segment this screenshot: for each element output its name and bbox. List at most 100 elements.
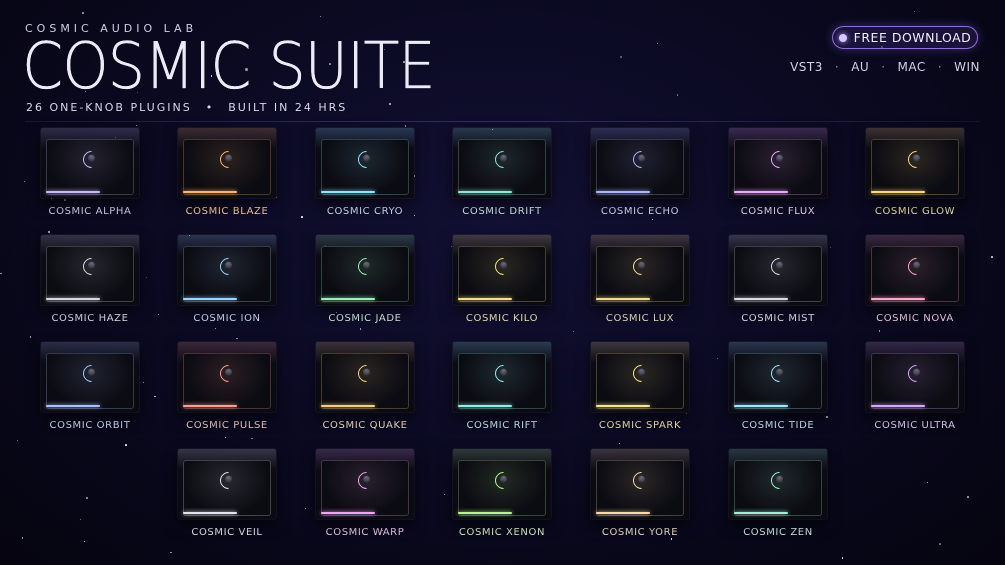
plugin-tile[interactable]: COSMIC ZEN xyxy=(729,449,827,538)
plugin-preview[interactable] xyxy=(866,235,964,305)
plugin-tile[interactable]: COSMIC QUAKE xyxy=(316,342,414,431)
plugin-tile[interactable]: COSMIC KILO xyxy=(453,235,551,324)
plugin-level-bar xyxy=(183,405,237,407)
knob-icon xyxy=(490,468,516,493)
plugin-tile[interactable]: COSMIC NOVA xyxy=(866,235,964,324)
plugin-level-bar xyxy=(46,405,100,407)
plugin-panel xyxy=(596,460,684,516)
plugin-level-bar xyxy=(321,191,375,193)
plugin-tile[interactable]: COSMIC ALPHA xyxy=(41,128,139,217)
plugin-name: COSMIC VEIL xyxy=(191,527,263,538)
plugin-name: COSMIC CRYO xyxy=(326,206,404,217)
knob-icon xyxy=(903,254,929,279)
plugin-preview[interactable] xyxy=(316,342,414,412)
plugin-preview[interactable] xyxy=(591,342,689,412)
plugin-preview[interactable] xyxy=(178,342,276,412)
knob-icon xyxy=(78,254,104,279)
plugin-level-bar xyxy=(458,512,512,514)
plugin-tile[interactable]: COSMIC PULSE xyxy=(178,342,276,431)
plugin-preview[interactable] xyxy=(591,449,689,519)
plugin-tile[interactable]: COSMIC JADE xyxy=(316,235,414,324)
plugin-tile[interactable]: COSMIC MIST xyxy=(729,235,827,324)
plugin-preview[interactable] xyxy=(453,449,551,519)
plugin-panel xyxy=(871,246,959,302)
plugin-tile[interactable]: COSMIC ORBIT xyxy=(41,342,139,431)
plugin-level-bar xyxy=(871,298,925,300)
plugin-grid: COSMIC ALPHA COSMIC BLAZE COSMIC CRYO COSMI… xyxy=(0,0,1005,565)
plugin-preview[interactable] xyxy=(866,342,964,412)
app-root: COSMIC AUDIO LAB COSMIC SUITE 26 ONE-KNO… xyxy=(0,0,1005,565)
plugin-name: COSMIC FLUX xyxy=(740,206,816,217)
plugin-name: COSMIC KILO xyxy=(465,313,539,324)
plugin-tile[interactable]: COSMIC XENON xyxy=(453,449,551,538)
plugin-tile[interactable]: COSMIC RIFT xyxy=(453,342,551,431)
knob-icon xyxy=(628,147,654,172)
plugin-preview[interactable] xyxy=(316,235,414,305)
plugin-tile[interactable]: COSMIC BLAZE xyxy=(178,128,276,217)
plugin-level-bar xyxy=(734,405,788,407)
plugin-tile[interactable]: COSMIC ULTRA xyxy=(866,342,964,431)
plugin-preview[interactable] xyxy=(316,128,414,198)
plugin-tile[interactable]: COSMIC YORE xyxy=(591,449,689,538)
plugin-tile[interactable]: COSMIC ECHO xyxy=(591,128,689,217)
plugin-preview[interactable] xyxy=(453,342,551,412)
plugin-panel xyxy=(596,246,684,302)
knob-icon xyxy=(215,361,241,386)
plugin-tile[interactable]: COSMIC SPARK xyxy=(591,342,689,431)
plugin-level-bar xyxy=(596,512,650,514)
plugin-preview[interactable] xyxy=(178,235,276,305)
plugin-tile[interactable]: COSMIC HAZE xyxy=(41,235,139,324)
plugin-level-bar xyxy=(734,512,788,514)
plugin-tile[interactable]: COSMIC WARP xyxy=(316,449,414,538)
plugin-preview[interactable] xyxy=(41,128,139,198)
knob-icon xyxy=(628,254,654,279)
plugin-preview[interactable] xyxy=(866,128,964,198)
plugin-level-bar xyxy=(321,405,375,407)
plugin-name: COSMIC WARP xyxy=(325,527,405,538)
plugin-tile[interactable]: COSMIC ION xyxy=(178,235,276,324)
plugin-level-bar xyxy=(596,191,650,193)
knob-icon xyxy=(353,254,379,279)
plugin-panel xyxy=(46,139,134,195)
plugin-level-bar xyxy=(183,512,237,514)
plugin-preview[interactable] xyxy=(729,235,827,305)
plugin-tile[interactable]: COSMIC GLOW xyxy=(866,128,964,217)
plugin-name: COSMIC LUX xyxy=(605,313,675,324)
plugin-name: COSMIC ALPHA xyxy=(48,206,132,217)
plugin-panel xyxy=(183,139,271,195)
plugin-panel xyxy=(321,246,409,302)
plugin-name: COSMIC ORBIT xyxy=(49,420,131,431)
plugin-panel xyxy=(46,246,134,302)
knob-icon xyxy=(766,147,792,172)
plugin-panel xyxy=(183,460,271,516)
plugin-panel xyxy=(321,460,409,516)
plugin-name: COSMIC XENON xyxy=(458,527,546,538)
plugin-preview[interactable] xyxy=(178,128,276,198)
plugin-tile[interactable]: COSMIC VEIL xyxy=(178,449,276,538)
plugin-panel xyxy=(871,353,959,409)
plugin-preview[interactable] xyxy=(41,342,139,412)
plugin-preview[interactable] xyxy=(316,449,414,519)
knob-icon xyxy=(766,468,792,493)
plugin-tile[interactable]: COSMIC DRIFT xyxy=(453,128,551,217)
plugin-level-bar xyxy=(183,298,237,300)
plugin-preview[interactable] xyxy=(453,235,551,305)
plugin-name: COSMIC PULSE xyxy=(186,420,268,431)
plugin-preview[interactable] xyxy=(729,449,827,519)
plugin-name: COSMIC ECHO xyxy=(600,206,680,217)
plugin-tile[interactable]: COSMIC CRYO xyxy=(316,128,414,217)
plugin-preview[interactable] xyxy=(591,235,689,305)
knob-icon xyxy=(628,361,654,386)
plugin-name: COSMIC NOVA xyxy=(876,313,954,324)
plugin-tile[interactable]: COSMIC TIDE xyxy=(729,342,827,431)
plugin-level-bar xyxy=(183,191,237,193)
plugin-preview[interactable] xyxy=(729,342,827,412)
plugin-tile[interactable]: COSMIC FLUX xyxy=(729,128,827,217)
plugin-tile[interactable]: COSMIC LUX xyxy=(591,235,689,324)
plugin-preview[interactable] xyxy=(178,449,276,519)
plugin-preview[interactable] xyxy=(453,128,551,198)
plugin-preview[interactable] xyxy=(41,235,139,305)
plugin-panel xyxy=(321,353,409,409)
plugin-preview[interactable] xyxy=(729,128,827,198)
plugin-preview[interactable] xyxy=(591,128,689,198)
